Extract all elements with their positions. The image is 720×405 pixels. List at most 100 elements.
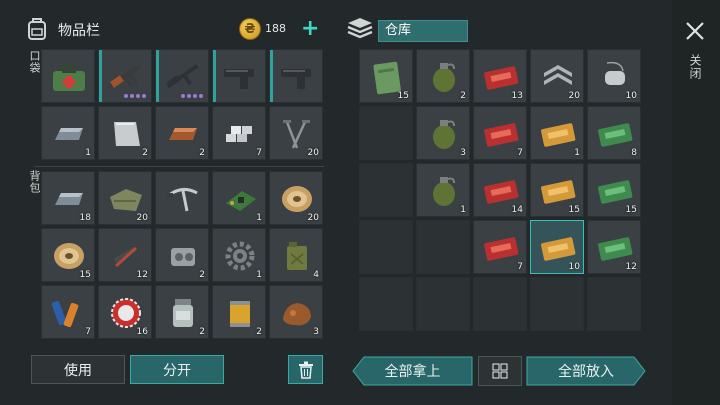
- empty-slot[interactable]: [473, 277, 527, 331]
- item-slot[interactable]: 1: [212, 228, 266, 282]
- item-count: 1: [256, 270, 262, 280]
- assault-rifle-icon: [166, 64, 199, 89]
- item-count: 10: [568, 262, 580, 272]
- inventory-title: 物品栏: [58, 23, 100, 39]
- ore-icon: [283, 303, 311, 326]
- item-slot[interactable]: 2: [98, 106, 152, 160]
- item-slot[interactable]: 12: [98, 228, 152, 282]
- engine-part-icon: [171, 248, 195, 266]
- pistol-icon: [224, 69, 254, 89]
- item-slot[interactable]: [155, 49, 209, 103]
- item-count: 4: [313, 270, 319, 280]
- item-slot[interactable]: [155, 171, 209, 225]
- item-slot[interactable]: [212, 49, 266, 103]
- slot-accent: [156, 50, 159, 102]
- pocket-label: 口袋: [28, 50, 41, 74]
- item-slot[interactable]: 14: [473, 163, 527, 217]
- take-all-button[interactable]: 全部拿上: [352, 356, 473, 386]
- grid-view-button[interactable]: [478, 356, 522, 386]
- item-count: 12: [625, 262, 637, 272]
- item-slot[interactable]: 7: [212, 106, 266, 160]
- item-slot[interactable]: 1: [530, 106, 584, 160]
- item-count: 7: [256, 148, 262, 158]
- item-slot[interactable]: 10: [587, 49, 641, 103]
- item-count: 2: [142, 148, 148, 158]
- item-count: 20: [136, 213, 148, 223]
- add-coins-button[interactable]: +: [301, 18, 319, 40]
- item-slot[interactable]: 20: [530, 49, 584, 103]
- split-button[interactable]: 分开: [130, 355, 224, 384]
- item-slot[interactable]: 13: [473, 49, 527, 103]
- item-slot[interactable]: 2: [155, 228, 209, 282]
- empty-slot[interactable]: [416, 277, 470, 331]
- item-slot[interactable]: 8: [587, 106, 641, 160]
- item-slot[interactable]: [98, 49, 152, 103]
- item-slot[interactable]: 15: [359, 49, 413, 103]
- use-button[interactable]: 使用: [31, 355, 125, 384]
- item-count: 15: [568, 205, 580, 215]
- empty-slot[interactable]: [359, 106, 413, 160]
- close-label: 关闭: [688, 54, 702, 80]
- close-icon: [686, 22, 704, 40]
- item-slot[interactable]: 15: [530, 163, 584, 217]
- coin-icon: ₴: [239, 18, 261, 40]
- jar-icon: [173, 299, 193, 327]
- item-slot[interactable]: 20: [269, 106, 323, 160]
- close-button[interactable]: 关闭: [682, 18, 708, 88]
- item-slot[interactable]: 1: [41, 106, 95, 160]
- item-slot[interactable]: 10: [530, 220, 584, 274]
- ak-rifle-icon: [109, 64, 142, 89]
- item-slot[interactable]: 4: [269, 228, 323, 282]
- item-slot[interactable]: 18: [41, 171, 95, 225]
- item-slot[interactable]: 20: [98, 171, 152, 225]
- item-count: 10: [625, 91, 637, 101]
- item-slot[interactable]: 3: [416, 106, 470, 160]
- filter-icon: [230, 301, 250, 327]
- item-slot[interactable]: 2: [212, 285, 266, 339]
- grid-icon: [492, 363, 508, 379]
- silver-bars-icon: [226, 126, 252, 142]
- jerry-can-icon: [287, 242, 307, 270]
- put-all-button[interactable]: 全部放入: [526, 356, 646, 386]
- empty-slot[interactable]: [587, 277, 641, 331]
- item-count: 2: [460, 91, 466, 101]
- item-count: 15: [397, 91, 409, 101]
- item-count: 2: [256, 327, 262, 337]
- item-slot[interactable]: 2: [416, 49, 470, 103]
- item-count: 20: [307, 148, 319, 158]
- item-slot[interactable]: 20: [269, 171, 323, 225]
- item-slot[interactable]: [269, 49, 323, 103]
- item-slot[interactable]: [41, 49, 95, 103]
- item-slot[interactable]: 1: [416, 163, 470, 217]
- empty-slot[interactable]: [416, 220, 470, 274]
- item-slot[interactable]: 3: [269, 285, 323, 339]
- item-count: 1: [460, 205, 466, 215]
- red-coupon-icon: [484, 237, 519, 261]
- empty-slot[interactable]: [359, 163, 413, 217]
- item-slot[interactable]: 15: [587, 163, 641, 217]
- item-slot[interactable]: 15: [41, 228, 95, 282]
- item-slot[interactable]: 7: [473, 220, 527, 274]
- empty-slot[interactable]: [359, 277, 413, 331]
- gold-coupon-icon: [541, 123, 576, 147]
- item-slot[interactable]: 12: [587, 220, 641, 274]
- empty-slot[interactable]: [359, 220, 413, 274]
- item-count: 3: [460, 148, 466, 158]
- item-count: 15: [625, 205, 637, 215]
- grenade-icon: [433, 177, 455, 206]
- empty-slot[interactable]: [530, 277, 584, 331]
- item-count: 7: [85, 327, 91, 337]
- storage-icon: [346, 16, 374, 46]
- item-slot[interactable]: 2: [155, 285, 209, 339]
- put-all-label: 全部放入: [558, 364, 614, 380]
- gear-icon: [225, 241, 255, 271]
- item-count: 2: [199, 148, 205, 158]
- medkit-bag-icon: [53, 65, 85, 91]
- trash-button[interactable]: [288, 355, 323, 384]
- item-slot[interactable]: 7: [41, 285, 95, 339]
- coin-count: 188: [265, 22, 286, 35]
- item-slot[interactable]: 16: [98, 285, 152, 339]
- item-slot[interactable]: 2: [155, 106, 209, 160]
- item-slot[interactable]: 1: [212, 171, 266, 225]
- item-slot[interactable]: 7: [473, 106, 527, 160]
